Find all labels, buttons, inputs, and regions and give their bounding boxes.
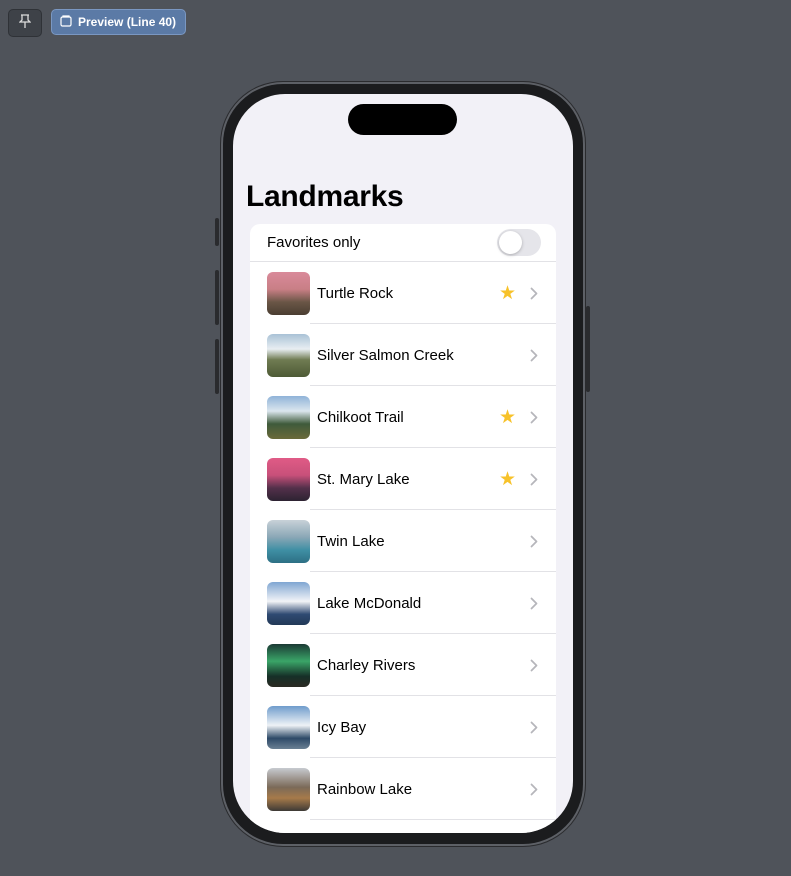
landmark-row[interactable]: Twin Lake [250,510,556,572]
landmark-name: Chilkoot Trail [317,408,404,426]
landmark-name: Rainbow Lake [317,780,413,798]
chevron-right-icon [527,473,541,486]
preview-label: Preview (Line 40) [78,15,177,29]
landmark-name: Silver Salmon Creek [317,346,454,364]
favorite-star-icon: ★ [498,406,516,428]
chevron-right-icon [527,535,541,548]
landmark-row[interactable]: Lake McDonald [250,572,556,634]
landmark-row[interactable]: Charley Rivers [250,634,556,696]
landmark-thumbnail [267,271,310,315]
landmark-name: Turtle Rock [317,284,394,302]
preview-icon [60,14,72,30]
toggle-knob [499,231,522,254]
landmark-name: Lake McDonald [317,594,422,612]
favorites-toggle-row: Favorites only [250,224,556,262]
chevron-right-icon [527,721,541,734]
phone-screen: Landmarks Favorites only Turtle Rock ★ Sil… [233,94,573,833]
landmark-row[interactable]: Silver Salmon Creek [250,324,556,386]
favorites-label: Favorites only [267,234,361,251]
pin-button[interactable] [8,9,42,37]
chevron-right-icon [527,783,541,796]
landmark-thumbnail [267,457,310,501]
chevron-right-icon [527,659,541,672]
landmark-row[interactable]: Rainbow Lake [250,758,556,820]
chevron-right-icon [527,597,541,610]
landmark-thumbnail [267,519,310,563]
landmark-list: Favorites only Turtle Rock ★ Silver Salmon… [250,224,556,833]
landmark-row[interactable]: Icy Bay [250,696,556,758]
pin-icon [18,13,32,33]
chevron-right-icon [527,349,541,362]
chevron-right-icon [527,411,541,424]
favorite-star-icon: ★ [498,282,516,304]
landmark-thumbnail [267,643,310,687]
favorite-star-icon: ★ [498,468,516,490]
landmark-thumbnail [267,581,310,625]
power-button [586,306,590,392]
landmark-name: Charley Rivers [317,656,416,674]
landmark-row[interactable]: Chilkoot Trail ★ [250,386,556,448]
action-button [215,218,219,246]
dynamic-island [348,104,457,135]
volume-down-button [215,339,219,394]
volume-up-button [215,270,219,325]
chevron-right-icon [527,287,541,300]
favorites-toggle[interactable] [497,229,541,256]
landmark-thumbnail [267,395,310,439]
landmark-name: Icy Bay [317,718,367,736]
landmark-thumbnail [267,333,310,377]
landmark-name: Twin Lake [317,532,385,550]
landmark-thumbnail [267,705,310,749]
page-title: Landmarks [246,180,404,213]
landmark-row[interactable]: St. Mary Lake ★ [250,448,556,510]
landmark-name: St. Mary Lake [317,470,410,488]
preview-button[interactable]: Preview (Line 40) [51,9,187,35]
landmark-row[interactable]: Turtle Rock ★ [250,262,556,324]
landmark-thumbnail [267,767,310,811]
